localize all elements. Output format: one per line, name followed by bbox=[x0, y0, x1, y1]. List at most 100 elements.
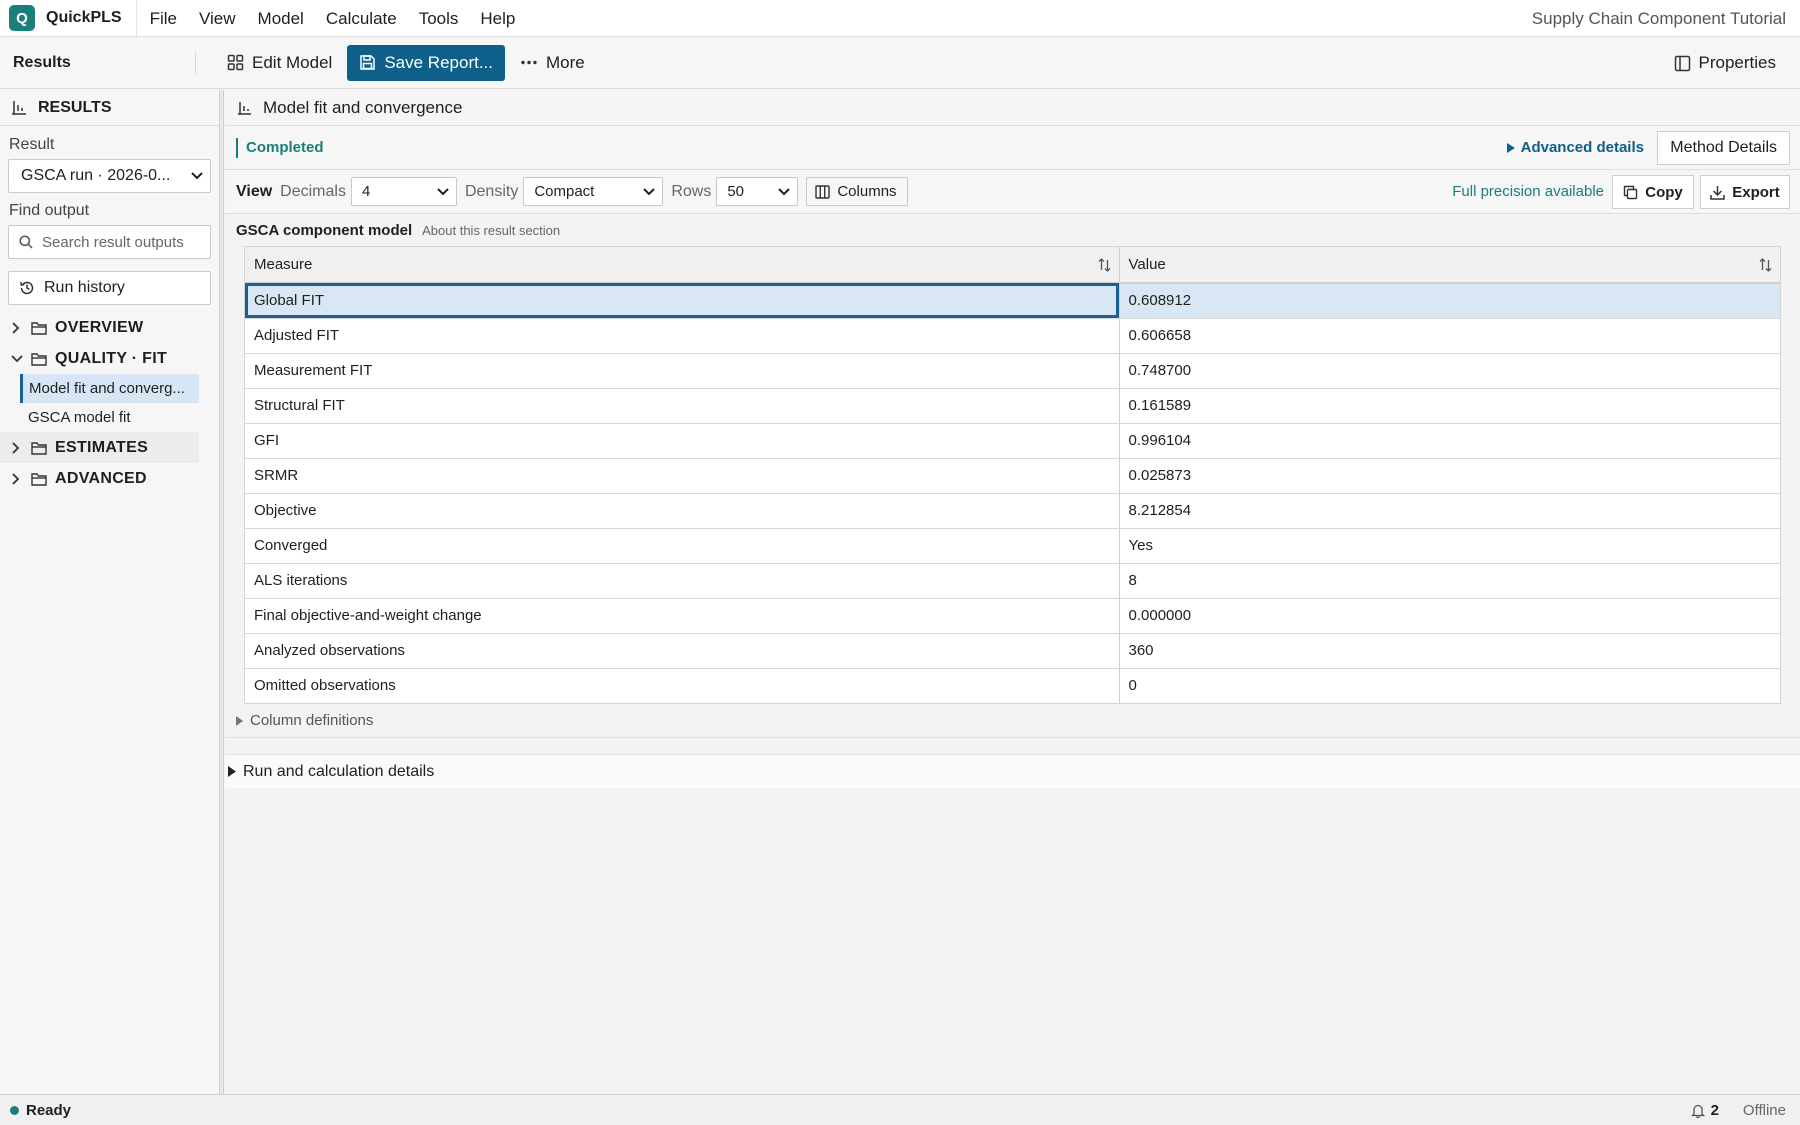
app-name: QuickPLS bbox=[46, 9, 122, 26]
measure-cell[interactable]: GFI bbox=[245, 423, 1120, 459]
value-cell[interactable]: 0.161589 bbox=[1119, 388, 1780, 424]
value-cell[interactable]: 8.212854 bbox=[1119, 493, 1780, 529]
density-value: Compact bbox=[534, 183, 595, 200]
measure-cell[interactable]: Final objective-and-weight change bbox=[245, 598, 1120, 634]
table-row[interactable]: Omitted observations 0 bbox=[245, 668, 1780, 703]
decimals-select[interactable]: 4 bbox=[350, 177, 457, 206]
sort-icon[interactable] bbox=[1759, 258, 1772, 272]
export-button[interactable]: Export bbox=[1700, 175, 1790, 209]
table-row[interactable]: Final objective-and-weight change 0.00000… bbox=[245, 598, 1780, 634]
table-row[interactable]: Structural FIT 0.161589 bbox=[245, 388, 1780, 424]
connection-status: Offline bbox=[1742, 1102, 1786, 1119]
table-row[interactable]: Global FIT 0.608912 bbox=[245, 283, 1780, 319]
view-controls: View Decimals 4 Density Compact Rows 50 … bbox=[225, 170, 1800, 214]
chevron-right-icon bbox=[12, 472, 20, 485]
run-history-button[interactable]: Run history bbox=[8, 271, 211, 305]
menu-view[interactable]: View bbox=[188, 0, 247, 37]
model-name: GSCA component model bbox=[236, 221, 413, 239]
value-cell[interactable]: 360 bbox=[1119, 633, 1780, 669]
menu-model[interactable]: Model bbox=[247, 0, 315, 37]
value-cell[interactable]: 0.608912 bbox=[1119, 283, 1780, 319]
toolbar: Results Edit Model Save Report... More P… bbox=[0, 37, 1800, 89]
panel-icon bbox=[1674, 55, 1690, 71]
measure-cell[interactable]: Omitted observations bbox=[245, 668, 1120, 703]
value-cell[interactable]: Yes bbox=[1119, 528, 1780, 564]
run-details-toggle[interactable]: Run and calculation details bbox=[225, 754, 1800, 788]
value-cell[interactable]: 0 bbox=[1119, 668, 1780, 703]
triangle-right-icon bbox=[228, 766, 236, 777]
table-row[interactable]: Analyzed observations 360 bbox=[245, 633, 1780, 669]
measure-cell[interactable]: ALS iterations bbox=[245, 563, 1120, 599]
view-label: View bbox=[236, 182, 273, 200]
table-row[interactable]: Objective 8.212854 bbox=[245, 493, 1780, 529]
measure-cell[interactable]: Structural FIT bbox=[245, 388, 1120, 424]
table-row[interactable]: Measurement FIT 0.748700 bbox=[245, 353, 1780, 389]
properties-label: Properties bbox=[1698, 53, 1776, 72]
result-select-value: GSCA run · 2026-0... bbox=[21, 167, 171, 184]
more-label: More bbox=[546, 52, 585, 72]
chevron-down-icon bbox=[191, 172, 203, 180]
measure-cell[interactable]: Global FIT bbox=[245, 283, 1120, 319]
measure-cell[interactable]: Adjusted FIT bbox=[245, 318, 1120, 354]
menu-help[interactable]: Help bbox=[469, 0, 526, 37]
value-cell[interactable]: 0.025873 bbox=[1119, 458, 1780, 494]
copy-label: Copy bbox=[1645, 183, 1683, 201]
tree-item-model-fit[interactable]: Model fit and converg... bbox=[20, 374, 199, 403]
table-row[interactable]: ALS iterations 8 bbox=[245, 563, 1780, 599]
search-outputs-box bbox=[8, 225, 211, 259]
tree-folder-quality-fit[interactable]: QUALITY · FIT bbox=[0, 343, 199, 374]
method-details-button[interactable]: Method Details bbox=[1657, 131, 1790, 165]
table-row[interactable]: GFI 0.996104 bbox=[245, 423, 1780, 459]
search-outputs-input[interactable] bbox=[42, 233, 202, 251]
brand: Q QuickPLS bbox=[0, 0, 137, 37]
table-row[interactable]: Adjusted FIT 0.606658 bbox=[245, 318, 1780, 354]
menu-file[interactable]: File bbox=[139, 0, 188, 37]
model-about-link[interactable]: About this result section bbox=[422, 223, 560, 238]
column-definitions-toggle[interactable]: Column definitions bbox=[225, 704, 1800, 738]
panel-splitter[interactable] bbox=[220, 90, 224, 1094]
edit-model-button[interactable]: Edit Model bbox=[216, 45, 343, 81]
result-select[interactable]: GSCA run · 2026-0... bbox=[8, 159, 211, 193]
value-cell[interactable]: 0.996104 bbox=[1119, 423, 1780, 459]
measure-cell[interactable]: Objective bbox=[245, 493, 1120, 529]
value-cell[interactable]: 0.748700 bbox=[1119, 353, 1780, 389]
advanced-details-toggle[interactable]: Advanced details bbox=[1506, 139, 1644, 156]
section-title: Model fit and convergence bbox=[263, 97, 463, 117]
tree-folder-estimates[interactable]: ESTIMATES bbox=[0, 432, 199, 463]
folder-icon bbox=[31, 472, 47, 486]
bar-chart-icon bbox=[12, 101, 26, 115]
density-select[interactable]: Compact bbox=[523, 177, 664, 206]
tree-folder-overview[interactable]: OVERVIEW bbox=[0, 312, 199, 343]
rows-select[interactable]: 50 bbox=[716, 177, 799, 206]
chevron-down-icon bbox=[778, 188, 791, 196]
menu-calculate[interactable]: Calculate bbox=[315, 0, 408, 37]
measure-cell[interactable]: Measurement FIT bbox=[245, 353, 1120, 389]
value-cell[interactable]: 0.606658 bbox=[1119, 318, 1780, 354]
measure-cell[interactable]: Converged bbox=[245, 528, 1120, 564]
bell-icon[interactable] bbox=[1690, 1103, 1705, 1118]
sort-icon[interactable] bbox=[1098, 258, 1111, 272]
column-header-value[interactable]: Value bbox=[1119, 247, 1780, 284]
measure-cell[interactable]: Analyzed observations bbox=[245, 633, 1120, 669]
copy-button[interactable]: Copy bbox=[1612, 175, 1694, 209]
column-header-measure[interactable]: Measure bbox=[245, 247, 1120, 284]
columns-button[interactable]: Columns bbox=[806, 177, 908, 206]
table-row[interactable]: Converged Yes bbox=[245, 528, 1780, 564]
value-cell[interactable]: 8 bbox=[1119, 563, 1780, 599]
notification-count[interactable]: 2 bbox=[1711, 1102, 1719, 1119]
more-button[interactable]: More bbox=[509, 45, 596, 81]
folder-icon bbox=[31, 441, 47, 455]
main-content: Model fit and convergence Completed Adva… bbox=[225, 90, 1800, 1094]
chevron-down-icon bbox=[437, 188, 449, 196]
properties-button[interactable]: Properties bbox=[1663, 45, 1787, 81]
run-details-label: Run and calculation details bbox=[243, 762, 435, 780]
results-table: Measure Value Global FIT 0.608912 Adjuste… bbox=[245, 247, 1780, 703]
table-row[interactable]: SRMR 0.025873 bbox=[245, 458, 1780, 494]
results-sidebar: RESULTS Result GSCA run · 2026-0... Find… bbox=[0, 90, 220, 1094]
measure-cell[interactable]: SRMR bbox=[245, 458, 1120, 494]
tree-folder-advanced[interactable]: ADVANCED bbox=[0, 463, 199, 494]
menu-tools[interactable]: Tools bbox=[408, 0, 470, 37]
save-report-button[interactable]: Save Report... bbox=[347, 44, 505, 81]
tree-item-gsca-model-fit[interactable]: GSCA model fit bbox=[20, 403, 199, 432]
value-cell[interactable]: 0.000000 bbox=[1119, 598, 1780, 634]
